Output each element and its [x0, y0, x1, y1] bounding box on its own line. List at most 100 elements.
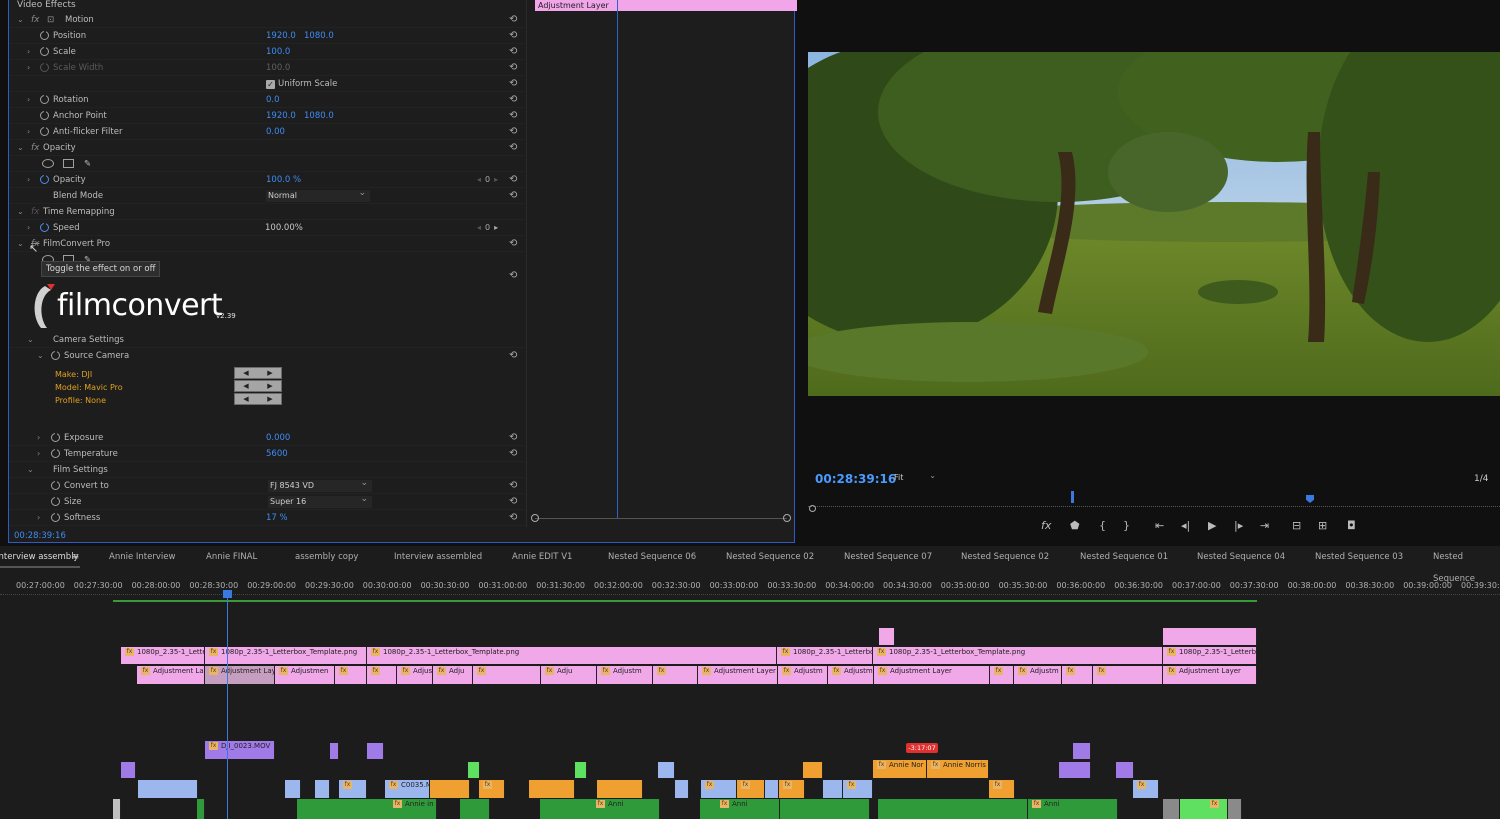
go-to-in-icon[interactable]: ⇤ [1155, 519, 1164, 532]
stopwatch-icon[interactable] [51, 349, 60, 360]
step-forward-icon[interactable]: |▸ [1234, 519, 1243, 532]
stopwatch-icon[interactable] [40, 45, 49, 56]
keyframe-nav[interactable]: ◂0▸ [477, 172, 502, 188]
temperature-value[interactable]: 5600 [266, 446, 288, 462]
clip-audio[interactable]: fx Anni [700, 799, 780, 819]
opacity-value[interactable]: 100.0 % [266, 172, 301, 188]
mark-out-icon[interactable]: } [1123, 519, 1130, 532]
expand-chevron-icon[interactable]: ⌄ [37, 348, 44, 364]
uniform-scale-checkbox[interactable]: ✓ Uniform Scale [266, 76, 337, 92]
zoom-handle[interactable] [809, 505, 816, 512]
film-settings-row[interactable]: ⌄ Film Settings [9, 462, 525, 478]
effect-controls-timeline[interactable]: Adjustment Layer [526, 0, 797, 527]
clip-adjustment[interactable]: fxAdjustm [597, 666, 653, 684]
clip-video[interactable]: fx [479, 780, 505, 798]
clip-adjustment[interactable] [879, 628, 895, 645]
clip-audio[interactable]: fx Anni [1028, 799, 1118, 819]
reset-icon[interactable]: ⟲ [509, 12, 517, 28]
clip-adjustment[interactable]: fx [1062, 666, 1093, 684]
clip-video[interactable] [1059, 762, 1091, 778]
clip-video[interactable]: fx [989, 780, 1015, 798]
tab-interview-assembled[interactable]: Interview assembled [394, 546, 482, 568]
clip-audio[interactable]: fx Anni [540, 799, 660, 819]
expand-chevron-icon[interactable]: › [37, 430, 40, 446]
adjustment-layer-bar[interactable]: Adjustment Layer [535, 0, 797, 11]
tab-nested-02[interactable]: Nested Sequence 02 [726, 546, 814, 568]
clip-audio[interactable] [1228, 799, 1242, 819]
stopwatch-icon[interactable] [40, 221, 49, 232]
keyframe-nav[interactable]: ◂0▸ [477, 220, 502, 236]
reset-icon[interactable]: ⟲ [509, 76, 517, 92]
rectangle-mask-icon[interactable] [63, 159, 74, 168]
clip-adjustment[interactable]: fx [990, 666, 1014, 684]
stopwatch-icon[interactable] [40, 173, 49, 184]
clip-adjustment[interactable]: fxAdjustm [778, 666, 828, 684]
expand-chevron-icon[interactable]: › [27, 92, 30, 108]
clip-adjustment[interactable]: fx Adjustment La [137, 666, 205, 684]
clip-video[interactable] [285, 780, 301, 798]
clip-video[interactable]: fx C0035.M [385, 780, 430, 798]
rotation-value[interactable]: 0.0 [266, 92, 280, 108]
zoom-scrollbar[interactable] [535, 518, 787, 522]
tab-nested-06[interactable]: Nested Sequence 06 [608, 546, 696, 568]
anchor-y-value[interactable]: 1080.0 [304, 108, 334, 124]
extract-icon[interactable]: ⊞ [1318, 519, 1327, 532]
clip-letterbox[interactable]: fx 1080p_2.35-1_Letterbo [777, 647, 873, 664]
zoom-select[interactable]: Fit ⌄ [894, 471, 938, 486]
position-y-value[interactable]: 1080.0 [304, 28, 334, 44]
clip-letterbox[interactable]: fx 1080p_2.35-1_Letterbox_Template.png [873, 647, 1163, 664]
clip-adjustment-selected[interactable]: fx Adjustment Lay [205, 666, 275, 684]
reset-icon[interactable]: ⟲ [509, 108, 517, 124]
zoom-handle-right[interactable] [783, 514, 791, 522]
speed-value[interactable]: 100.00% [265, 220, 303, 236]
expand-chevron-icon[interactable]: ⌄ [17, 204, 24, 220]
clip-adjustment[interactable]: fx Adjustmen [275, 666, 335, 684]
monitor-time-ruler[interactable] [808, 497, 1500, 507]
reset-icon[interactable]: ⟲ [509, 510, 517, 526]
expand-chevron-icon[interactable]: ⌄ [17, 140, 24, 156]
clip-video[interactable]: fx [843, 780, 873, 798]
expand-chevron-icon[interactable]: › [27, 44, 30, 60]
clip-audio[interactable] [878, 799, 1028, 819]
clip-video[interactable]: fx [339, 780, 367, 798]
time-remapping-row[interactable]: ⌄ fx Time Remapping [9, 204, 525, 220]
clip-adjustment[interactable]: fx [473, 666, 541, 684]
stopwatch-icon[interactable] [51, 495, 60, 506]
clip-adjustment[interactable]: fxAdjustm [828, 666, 874, 684]
expand-chevron-icon[interactable]: › [37, 510, 40, 526]
reset-icon[interactable]: ⟲ [509, 268, 517, 284]
antiflicker-value[interactable]: 0.00 [266, 124, 285, 140]
opacity-section-row[interactable]: ⌄ fx Opacity ⟲ [9, 140, 525, 156]
pen-mask-icon[interactable]: ✎ [84, 156, 91, 172]
exposure-value[interactable]: 0.000 [266, 430, 290, 446]
size-select[interactable]: Super 16 [268, 493, 372, 508]
reset-icon[interactable]: ⟲ [509, 140, 517, 156]
expand-chevron-icon[interactable]: › [27, 124, 30, 140]
reset-icon[interactable]: ⟲ [509, 172, 517, 188]
mark-in-icon[interactable]: { [1099, 519, 1106, 532]
expand-chevron-icon[interactable]: › [37, 446, 40, 462]
stopwatch-icon[interactable] [40, 93, 49, 104]
reset-icon[interactable]: ⟲ [509, 44, 517, 60]
position-x-value[interactable]: 1920.0 [266, 28, 296, 44]
clip-adjustment[interactable]: fx Adjustment Layer [698, 666, 778, 684]
ellipse-mask-icon[interactable] [42, 159, 54, 168]
clip-audio[interactable] [460, 799, 490, 819]
clip-letterbox[interactable]: fx 1080p_2.35-1_Letterbo [1163, 647, 1257, 664]
clip-adjustment[interactable] [1163, 628, 1257, 645]
convert-to-select[interactable]: FJ 8543 VD [268, 477, 372, 492]
effect-controls-timecode[interactable]: 00:28:39:16 [14, 531, 66, 541]
expand-chevron-icon[interactable]: ⌄ [27, 462, 34, 478]
clip-video[interactable] [367, 743, 384, 759]
clip-video[interactable] [575, 762, 587, 778]
clip-video[interactable]: fx [1133, 780, 1159, 798]
expand-chevron-icon[interactable]: › [27, 172, 30, 188]
tab-nested-03[interactable]: Nested Sequence 03 [1315, 546, 1403, 568]
clip-letterbox[interactable]: fx 1080p_2.35-1_Letterbox_Template.png [367, 647, 777, 664]
clip-adjustment[interactable]: fxAdjustm [1014, 666, 1062, 684]
zoom-handle-left[interactable] [531, 514, 539, 522]
stopwatch-icon[interactable] [51, 511, 60, 522]
clip-video[interactable]: fx [701, 780, 737, 798]
clip-video[interactable] [1073, 743, 1091, 759]
tab-annie-final[interactable]: Annie FINAL [206, 546, 257, 568]
